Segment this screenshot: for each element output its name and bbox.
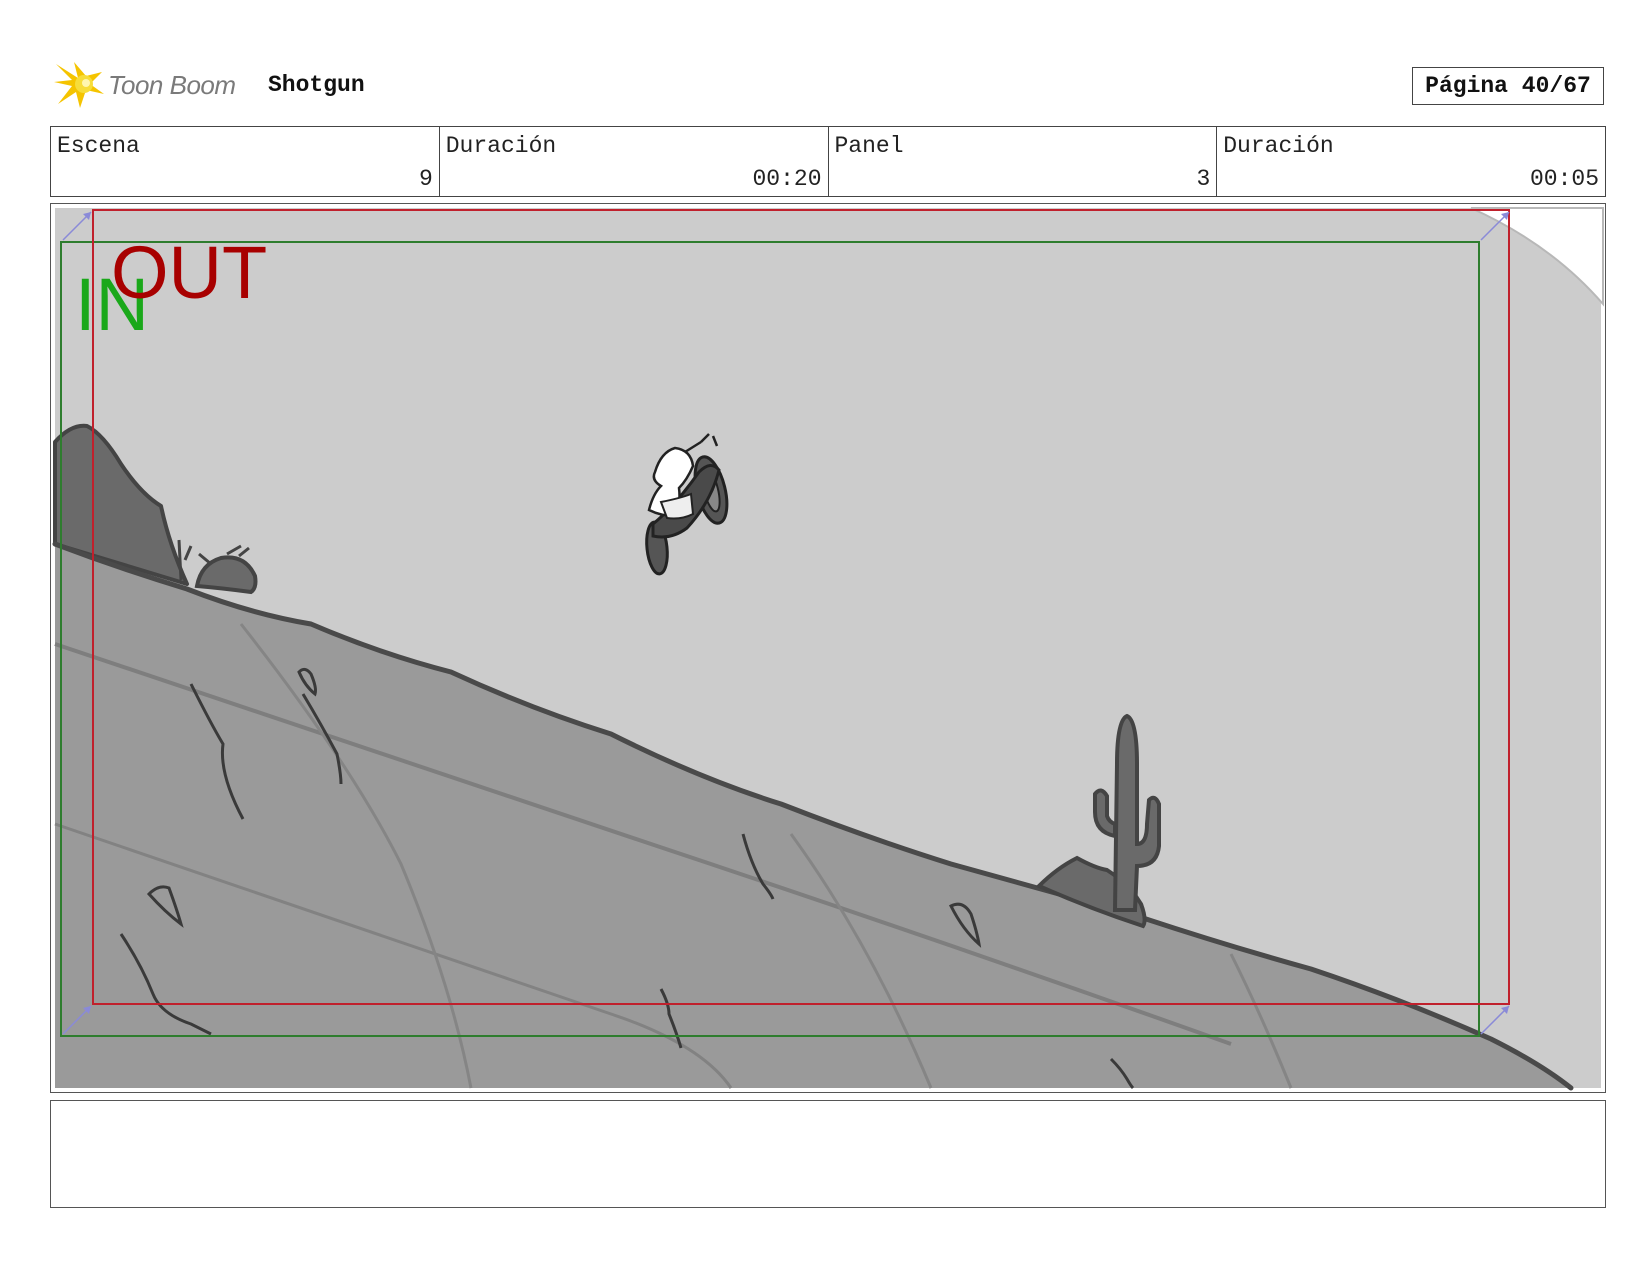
panel-duration-cell: Duración 00:05 — [1217, 127, 1605, 196]
page-number: Página 40/67 — [1412, 67, 1604, 105]
scene-cell: Escena 9 — [51, 127, 440, 196]
out-label: OUT — [111, 231, 267, 314]
notes-box[interactable] — [50, 1100, 1606, 1208]
storyboard-panel: IN OUT — [50, 203, 1606, 1093]
panel-duration-label: Duración — [1223, 133, 1334, 159]
panel-value: 3 — [1196, 166, 1211, 192]
info-table: Escena 9 Duración 00:20 Panel 3 Duración… — [50, 126, 1606, 197]
panel-drawing: IN OUT — [52, 207, 1604, 1091]
scene-duration-value: 00:20 — [752, 166, 822, 192]
logo-text: Toon Boom — [108, 69, 236, 100]
scene-value: 9 — [418, 166, 433, 192]
scene-duration-label: Duración — [445, 133, 557, 159]
toon-boom-logo: Toon Boom — [52, 58, 236, 112]
panel-label: Panel — [834, 133, 904, 159]
panel-cell: Panel 3 — [829, 127, 1218, 196]
panel-duration-value: 00:05 — [1529, 166, 1599, 192]
scene-duration-cell: Duración 00:20 — [440, 127, 829, 196]
starburst-icon — [54, 62, 104, 108]
scene-label: Escena — [57, 133, 140, 159]
project-title: Shotgun — [268, 72, 365, 98]
